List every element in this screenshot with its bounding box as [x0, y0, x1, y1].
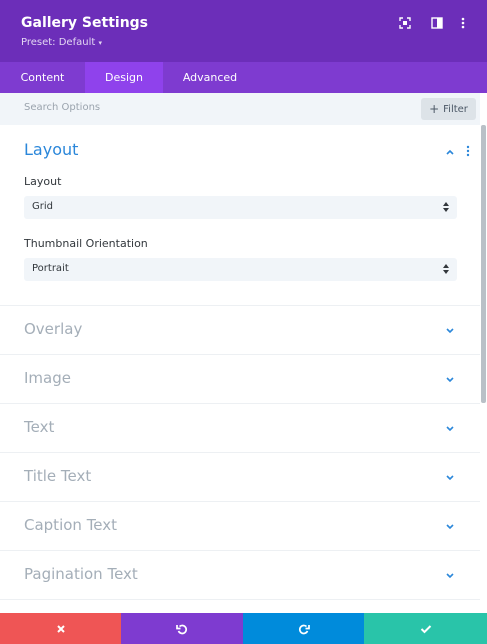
- thumbnail-orientation-select[interactable]: Portrait: [24, 258, 457, 281]
- chevron-down-icon[interactable]: [444, 570, 456, 582]
- undo-button[interactable]: [121, 613, 243, 644]
- plus-icon: +: [429, 102, 440, 116]
- field-label-thumbnail-orientation: Thumbnail Orientation: [24, 237, 148, 250]
- divider: [0, 305, 480, 306]
- chevron-down-icon[interactable]: [444, 521, 456, 533]
- redo-button[interactable]: [243, 613, 364, 644]
- redo-icon: [298, 624, 310, 634]
- divider: [0, 452, 480, 453]
- chevron-up-icon[interactable]: [444, 146, 456, 158]
- section-options-icon[interactable]: [466, 145, 470, 157]
- section-title-layout[interactable]: Layout: [24, 140, 78, 159]
- divider: [0, 501, 480, 502]
- save-button[interactable]: [364, 613, 487, 644]
- chevron-down-icon[interactable]: [444, 423, 456, 435]
- thumbnail-orientation-value: Portrait: [32, 263, 69, 274]
- divider: [0, 550, 480, 551]
- undo-icon: [176, 624, 188, 634]
- modal-title: Gallery Settings: [21, 15, 149, 31]
- close-icon: [56, 624, 65, 633]
- scrollbar-thumb[interactable]: [481, 125, 486, 403]
- section-title-title-text[interactable]: Title Text: [24, 467, 91, 485]
- field-label-layout: Layout: [24, 175, 62, 188]
- chevron-down-icon[interactable]: [444, 472, 456, 484]
- tab-bar: Content Design Advanced: [0, 62, 487, 93]
- tab-content[interactable]: Content: [0, 62, 85, 93]
- split-view-icon[interactable]: [429, 15, 445, 31]
- check-icon: [420, 624, 431, 633]
- select-arrows-icon: [443, 202, 449, 212]
- discard-button[interactable]: [0, 613, 121, 644]
- section-title-caption-text[interactable]: Caption Text: [24, 516, 117, 534]
- divider: [0, 599, 480, 600]
- section-title-overlay[interactable]: Overlay: [24, 320, 82, 338]
- tab-design[interactable]: Design: [85, 62, 163, 93]
- search-bar: [0, 93, 480, 125]
- divider: [0, 354, 480, 355]
- layout-select-value: Grid: [32, 201, 53, 212]
- select-arrows-icon: [443, 264, 449, 274]
- more-options-icon[interactable]: [455, 15, 471, 31]
- layout-select[interactable]: Grid: [24, 196, 457, 219]
- section-title-pagination-text[interactable]: Pagination Text: [24, 565, 138, 583]
- filter-label: Filter: [443, 103, 468, 115]
- chevron-down-icon[interactable]: [444, 374, 456, 386]
- chevron-down-icon[interactable]: [444, 325, 456, 337]
- section-title-text[interactable]: Text: [24, 418, 54, 436]
- search-input[interactable]: [24, 102, 384, 113]
- filter-button[interactable]: + Filter: [421, 98, 476, 120]
- modal-header: Gallery Settings Preset: Default ▾: [0, 0, 487, 62]
- action-footer: [0, 613, 487, 644]
- tab-advanced[interactable]: Advanced: [163, 62, 257, 93]
- fullscreen-icon[interactable]: [397, 15, 413, 31]
- divider: [0, 403, 480, 404]
- preset-label: Preset: Default: [21, 37, 96, 48]
- section-title-image[interactable]: Image: [24, 369, 71, 387]
- preset-dropdown[interactable]: Preset: Default ▾: [21, 37, 102, 48]
- caret-down-icon: ▾: [98, 39, 102, 47]
